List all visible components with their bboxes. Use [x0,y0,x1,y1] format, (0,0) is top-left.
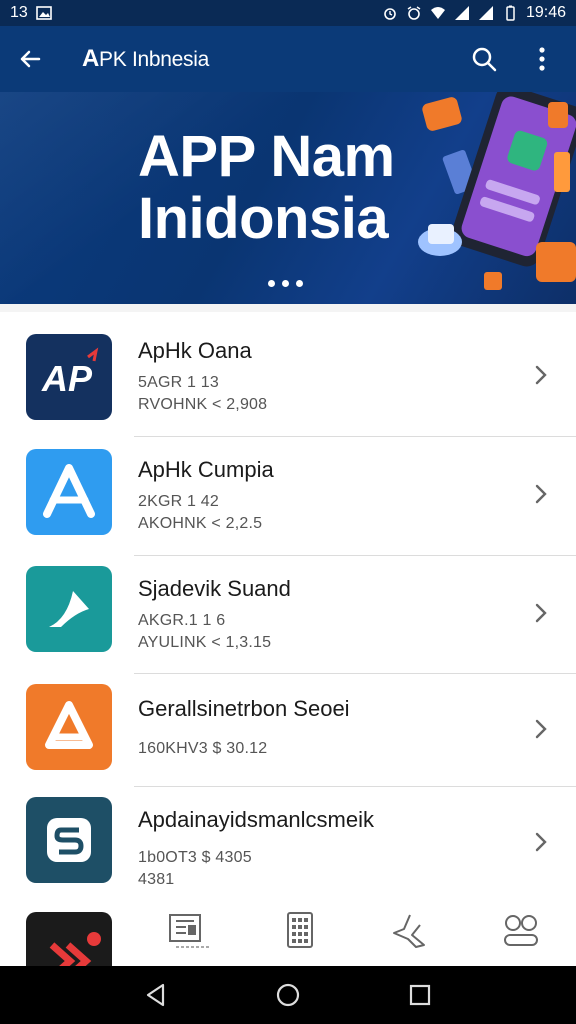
chevron-right-icon [535,484,547,504]
list-item[interactable]: Sjadevik Suand AKGR.1 1 6 AYULINK < 1,3.… [0,556,576,674]
app-logo [26,449,112,535]
more-options-button[interactable] [522,39,562,79]
app-name: ApHk Cumpia [138,457,274,482]
status-bar: 13 19:46 [0,0,576,26]
triangle-back-icon [146,983,165,1007]
app-meta-line2: 4381 [138,871,175,888]
app-logo [26,797,112,883]
app-meta-line2: AKOHNK < 2,2.5 [138,515,263,532]
app-title: APK Inbnesia [82,45,209,73]
app-meta-line1: 1b0OT3 $ 4305 [138,849,252,866]
status-time-left: 13 [10,4,28,21]
nav-back-button[interactable] [136,975,176,1015]
image-icon [35,5,52,21]
more-vert-icon [539,47,545,71]
tab-news[interactable] [159,906,219,956]
app-logo: AP [26,334,112,420]
search-button[interactable] [464,39,504,79]
chevron-right-icon [535,365,547,385]
app-meta-line1: 160KHV3 $ 30.12 [138,740,268,757]
list-item[interactable]: Apdainayidsmanlcsmeik 1b0OT3 $ 4305 4381 [0,787,576,897]
share-icon [393,914,426,948]
banner-title-line2: Inidonsia [138,186,389,251]
app-meta-line2: AYULINK < 1,3.15 [138,634,272,651]
back-button[interactable] [14,43,46,75]
app-meta-line1: 2KGR 1 42 [138,493,219,510]
signal-icon [454,5,470,21]
app-title-rest: PK Inbnesia [99,48,209,71]
chevron-right-icon [535,832,547,852]
circle-home-icon [276,983,300,1007]
app-list: AP ApHk Oana 5AGR 1 13 RVOHNK < 2,908 Ap… [0,312,576,966]
carousel-dot[interactable] [268,280,275,287]
bottom-tab-bar [134,896,576,966]
app-logo [26,912,112,966]
app-name: ApHk Oana [138,338,252,363]
nav-home-button[interactable] [268,975,308,1015]
tab-calculator[interactable] [270,906,330,956]
wifi-icon [430,5,446,21]
app-bar: APK Inbnesia [0,26,576,92]
carousel-dot[interactable] [282,280,289,287]
app-name: Sjadevik Suand [138,576,291,601]
battery-icon [502,5,518,21]
calculator-icon [286,912,313,948]
chevron-right-icon [535,603,547,623]
phone-illustration [418,92,576,290]
signal-icon [478,5,494,21]
banner-title-line1: APP Nam [138,124,395,189]
nav-recents-button[interactable] [400,975,440,1015]
status-time-right: 19:46 [525,4,566,21]
system-navigation-bar [0,966,576,1024]
promo-banner[interactable]: APP Nam Inidonsia [0,92,576,304]
app-logo [26,566,112,652]
app-meta-line1: 5AGR 1 13 [138,374,219,391]
square-recents-icon [409,984,431,1006]
arrow-left-icon [20,50,41,68]
profile-icon [503,915,538,946]
news-icon [169,914,211,948]
tab-share[interactable] [380,906,440,956]
alarm-icon [406,5,422,21]
carousel-indicator[interactable] [268,280,303,287]
svg-text:AP: AP [41,358,93,399]
search-icon [472,47,497,72]
app-logo [26,684,112,770]
carousel-dot[interactable] [296,280,303,287]
alarm-icon [382,5,398,21]
list-item[interactable]: ApHk Cumpia 2KGR 1 42 AKOHNK < 2,2.5 [0,437,576,555]
chevron-right-icon [535,719,547,739]
tab-profile[interactable] [491,906,551,956]
list-item[interactable]: AP ApHk Oana 5AGR 1 13 RVOHNK < 2,908 [0,312,576,436]
app-title-prefix: A [82,45,100,72]
app-meta-line1: AKGR.1 1 6 [138,612,226,629]
app-name: Gerallsinetrbon Seoei [138,696,350,721]
app-meta-line2: RVOHNK < 2,908 [138,396,268,413]
app-name: Apdainayidsmanlcsmeik [138,807,374,832]
list-item[interactable]: Gerallsinetrbon Seoei 160KHV3 $ 30.12 [0,674,576,786]
